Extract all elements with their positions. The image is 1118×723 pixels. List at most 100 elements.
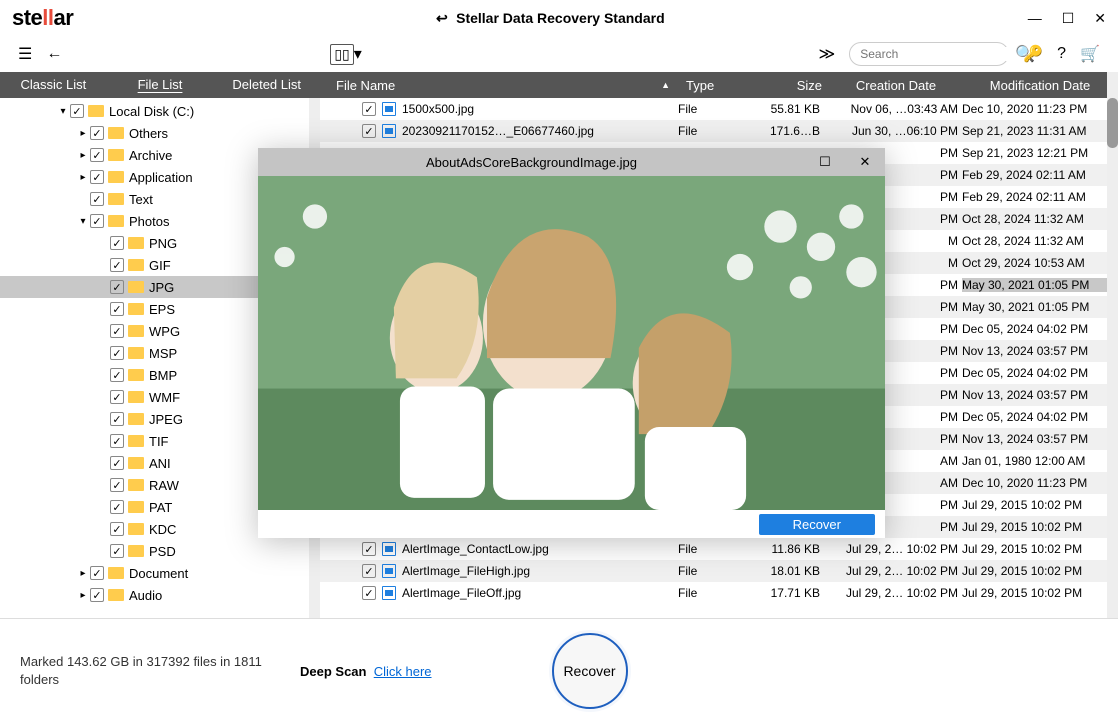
checkbox-icon[interactable]: ✓ [110, 368, 124, 382]
checkbox-icon[interactable]: ✓ [110, 258, 124, 272]
checkbox-icon[interactable]: ✓ [110, 522, 124, 536]
recover-button[interactable]: Recover [552, 633, 628, 709]
preview-recover-button[interactable]: Recover [759, 514, 875, 535]
cell-name: AlertImage_FileOff.jpg [402, 586, 678, 600]
deep-scan: Deep Scan Click here [300, 664, 432, 679]
checkbox-icon[interactable]: ✓ [90, 170, 104, 184]
checkbox-icon[interactable]: ✓ [90, 126, 104, 140]
expand-icon[interactable]: ≫ [819, 44, 836, 64]
checkbox-icon[interactable]: ✓ [90, 214, 104, 228]
minimize-button[interactable]: — [1028, 10, 1042, 27]
footer-marked-text: Marked 143.62 GB in 317392 files in 1811… [20, 653, 290, 689]
cell-modification: Oct 28, 2024 11:32 AM [962, 234, 1118, 248]
checkbox-icon[interactable]: ✓ [110, 434, 124, 448]
checkbox-icon[interactable]: ✓ [110, 456, 124, 470]
view-grid-icon[interactable]: ▯▯▾ [330, 44, 361, 65]
search-input[interactable] [860, 47, 1015, 61]
folder-icon [128, 237, 144, 249]
folder-icon [128, 391, 144, 403]
file-row[interactable]: ✓AlertImage_ContactLow.jpgFile11.86 KBJu… [320, 538, 1118, 560]
back-button[interactable]: ← [46, 45, 62, 63]
preview-close[interactable]: ✕ [845, 154, 885, 170]
tree-label: Audio [129, 588, 162, 603]
cell-type: File [678, 102, 740, 116]
preview-image [258, 176, 885, 510]
checkbox-icon[interactable]: ✓ [90, 566, 104, 580]
checkbox-icon[interactable]: ✓ [110, 236, 124, 250]
tree-label: EPS [149, 302, 175, 317]
checkbox-icon[interactable]: ✓ [110, 390, 124, 404]
cell-name: 1500x500.jpg [402, 102, 678, 116]
preview-window: AboutAdsCoreBackgroundImage.jpg ☐ ✕ [258, 148, 885, 538]
checkbox-icon[interactable]: ✓ [110, 500, 124, 514]
checkbox-icon[interactable]: ✓ [110, 478, 124, 492]
checkbox-icon[interactable]: ✓ [362, 542, 376, 556]
help-icon[interactable]: ? [1057, 45, 1066, 63]
col-type[interactable]: Type [678, 78, 740, 93]
tree-label: Photos [129, 214, 169, 229]
cell-size: 11.86 KB [740, 542, 830, 556]
col-size[interactable]: Size [740, 78, 830, 93]
file-row[interactable]: ✓AlertImage_FileOff.jpgFile17.71 KBJul 2… [320, 582, 1118, 604]
checkbox-icon[interactable]: ✓ [362, 564, 376, 578]
checkbox-icon[interactable]: ✓ [70, 104, 84, 118]
checkbox-icon[interactable]: ✓ [362, 102, 376, 116]
checkbox-icon[interactable]: ✓ [90, 192, 104, 206]
tab-file-list[interactable]: File List [107, 72, 214, 98]
cell-modification: Oct 29, 2024 10:53 AM [962, 256, 1118, 270]
tree-item-document[interactable]: ▸✓Document [0, 562, 320, 584]
tree-item-local-disk-c-[interactable]: ▾✓Local Disk (C:) [0, 100, 320, 122]
preview-maximize[interactable]: ☐ [805, 154, 845, 170]
checkbox-icon[interactable]: ✓ [110, 324, 124, 338]
cell-modification: Dec 10, 2020 11:23 PM [962, 102, 1118, 116]
cell-name: 20230921170152…_E06677460.jpg [402, 124, 678, 138]
file-icon [382, 124, 396, 138]
file-row[interactable]: ✓1500x500.jpgFile55.81 KBNov 06, …03:43 … [320, 98, 1118, 120]
content-scrollbar[interactable] [1107, 72, 1118, 618]
tab-classic-list[interactable]: Classic List [0, 72, 107, 98]
cell-modification: Jul 29, 2015 10:02 PM [962, 564, 1118, 578]
cell-modification: Sep 21, 2023 11:31 AM [962, 124, 1118, 138]
cell-modification: Dec 05, 2024 04:02 PM [962, 322, 1118, 336]
deep-scan-link[interactable]: Click here [374, 664, 432, 679]
checkbox-icon[interactable]: ✓ [110, 544, 124, 558]
search-box[interactable]: 🔍 [849, 42, 1009, 66]
cart-icon[interactable]: 🛒 [1080, 44, 1100, 64]
tree-item-psd[interactable]: ✓PSD [0, 540, 320, 562]
tree-label: WPG [149, 324, 180, 339]
tree-item-others[interactable]: ▸✓Others [0, 122, 320, 144]
tree-item-audio[interactable]: ▸✓Audio [0, 584, 320, 606]
key-icon[interactable]: 🔑 [1023, 44, 1043, 64]
checkbox-icon[interactable]: ✓ [90, 588, 104, 602]
tab-deleted-list[interactable]: Deleted List [213, 72, 320, 98]
col-modification[interactable]: Modification Date [962, 78, 1118, 93]
file-icon [382, 564, 396, 578]
checkbox-icon[interactable]: ✓ [110, 346, 124, 360]
col-creation[interactable]: Creation Date [830, 78, 962, 93]
tree-label: Application [129, 170, 193, 185]
checkbox-icon[interactable]: ✓ [110, 280, 124, 294]
file-icon [382, 586, 396, 600]
checkbox-icon[interactable]: ✓ [110, 302, 124, 316]
col-filename[interactable]: File Name▲ [320, 78, 678, 93]
cell-modification: Oct 28, 2024 11:32 AM [962, 212, 1118, 226]
cell-modification: Dec 05, 2024 04:02 PM [962, 410, 1118, 424]
close-button[interactable]: ✕ [1094, 10, 1106, 27]
tree-label: MSP [149, 346, 177, 361]
back-icon[interactable]: ↪ [436, 10, 448, 27]
folder-icon [108, 567, 124, 579]
preview-filename: AboutAdsCoreBackgroundImage.jpg [258, 155, 805, 170]
cell-creation: Jul 29, 2… 10:02 PM [830, 542, 962, 556]
cell-name: AlertImage_ContactLow.jpg [402, 542, 678, 556]
tree-label: Local Disk (C:) [109, 104, 194, 119]
tree-label: TIF [149, 434, 169, 449]
cell-modification: Dec 10, 2020 11:23 PM [962, 476, 1118, 490]
checkbox-icon[interactable]: ✓ [110, 412, 124, 426]
checkbox-icon[interactable]: ✓ [362, 586, 376, 600]
file-row[interactable]: ✓AlertImage_FileHigh.jpgFile18.01 KBJul … [320, 560, 1118, 582]
checkbox-icon[interactable]: ✓ [90, 148, 104, 162]
menu-icon[interactable]: ☰ [18, 44, 32, 64]
maximize-button[interactable]: ☐ [1062, 10, 1075, 27]
checkbox-icon[interactable]: ✓ [362, 124, 376, 138]
file-row[interactable]: ✓20230921170152…_E06677460.jpgFile171.6…… [320, 120, 1118, 142]
